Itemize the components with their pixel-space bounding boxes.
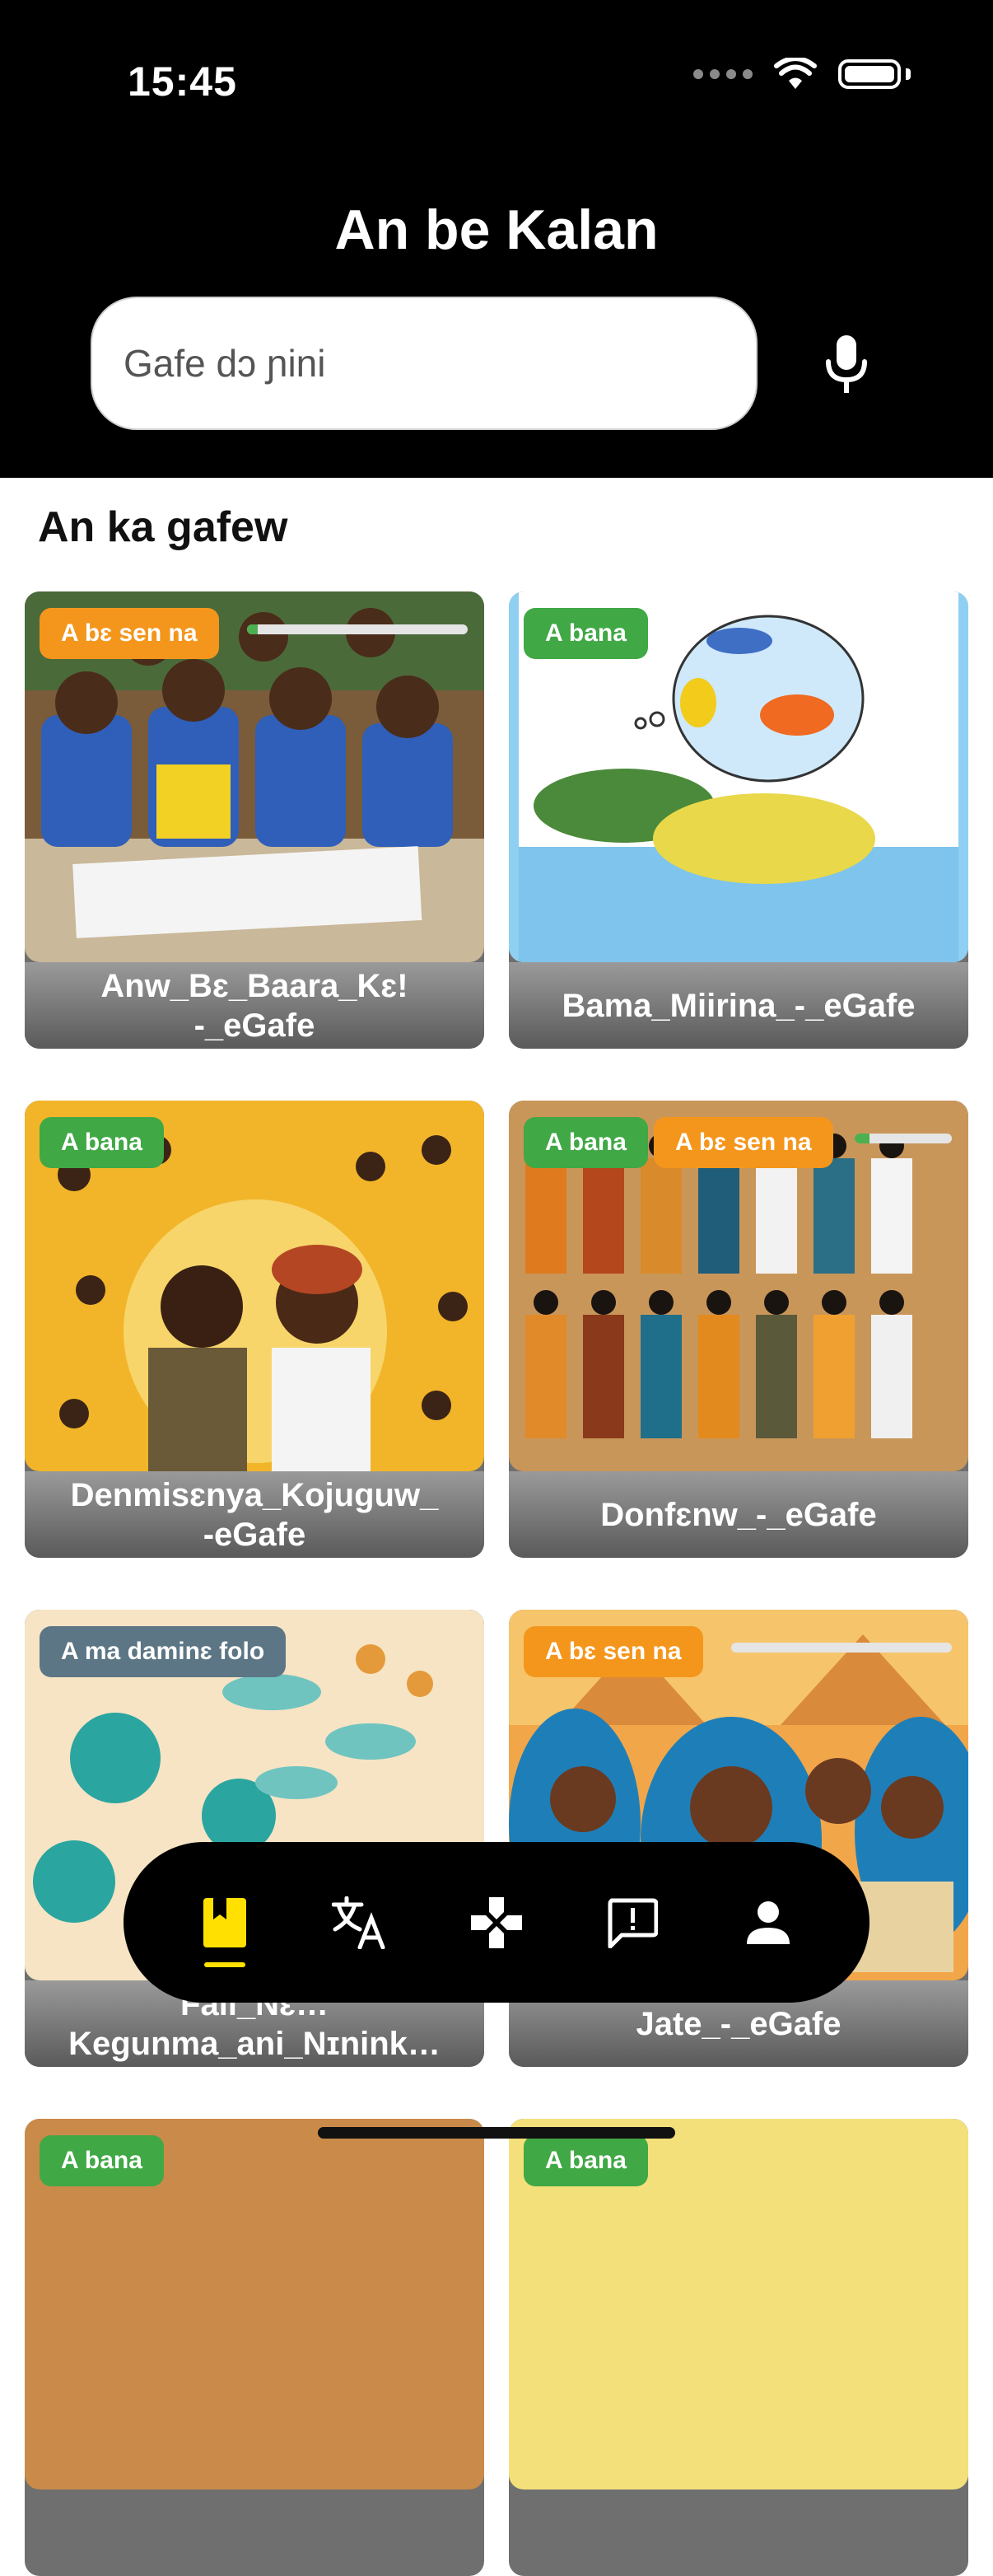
- status-badge: A bana: [524, 608, 648, 659]
- book-card[interactable]: A bana: [509, 2119, 968, 2576]
- status-badge: A bɛ sen na: [524, 1626, 703, 1677]
- book-title: Denmisɛnya_Kojuguw_ -eGafe: [70, 1476, 439, 1553]
- nav-library[interactable]: [175, 1873, 274, 1972]
- translate-icon: [331, 1896, 385, 1949]
- book-title: Bama_Miirina_-_eGafe: [562, 987, 916, 1024]
- microphone-icon[interactable]: [823, 334, 869, 395]
- nav-games[interactable]: [447, 1873, 546, 1972]
- signal-icon: [693, 69, 753, 79]
- book-card[interactable]: A bana Bama_Miirina_-_eGafe: [509, 591, 968, 1049]
- status-badge: A bɛ sen na: [654, 1117, 833, 1168]
- wifi-icon: [774, 58, 817, 89]
- battery-cap: [906, 68, 911, 80]
- book-title: Donfɛnw_-_eGafe: [600, 1496, 877, 1533]
- nav-profile[interactable]: [719, 1873, 818, 1972]
- status-time: 15:45: [128, 58, 237, 105]
- person-icon: [747, 1900, 790, 1944]
- status-icons: [693, 58, 911, 91]
- book-card[interactable]: A bana Denmisɛnya_Kojuguw_ -eGafe: [25, 1101, 484, 1558]
- status-badge: A bana: [524, 1117, 648, 1168]
- search-box[interactable]: [91, 297, 758, 430]
- status-badge: A ma daminɛ folo: [40, 1626, 287, 1677]
- status-badge: A bɛ sen na: [40, 608, 219, 659]
- battery-icon: [838, 59, 901, 89]
- status-badge: A bana: [40, 2135, 164, 2186]
- book-card[interactable]: A bana A bɛ sen na Donfɛnw_-_eGafe: [509, 1101, 968, 1558]
- reading-progress-bar: [855, 1134, 952, 1143]
- section-title: An ka gafew: [38, 503, 288, 551]
- book-card[interactable]: A bana: [25, 2119, 484, 2576]
- reading-progress-bar: [731, 1643, 952, 1653]
- game-controller-icon: [470, 1896, 522, 1948]
- search-input[interactable]: [122, 340, 756, 386]
- page-title: An be Kalan: [334, 199, 659, 261]
- active-indicator: [203, 1961, 245, 1967]
- feedback-icon: [608, 1898, 659, 1948]
- status-badge: A bana: [524, 2135, 648, 2186]
- nav-translate[interactable]: [311, 1873, 410, 1972]
- book-card[interactable]: A bɛ sen na Anw_Bɛ_Baara_Kɛ! -_eGafe: [25, 591, 484, 1049]
- reading-progress-bar: [247, 624, 468, 634]
- home-indicator: [318, 2127, 675, 2139]
- book-title: Anw_Bɛ_Baara_Kɛ! -_eGafe: [100, 967, 408, 1044]
- bookmark-book-icon: [203, 1897, 246, 1947]
- status-badge: A bana: [40, 1117, 164, 1168]
- top-header: 15:45 An be Kalan: [0, 0, 993, 478]
- bottom-navigation: [124, 1842, 869, 2003]
- nav-feedback[interactable]: [583, 1873, 682, 1972]
